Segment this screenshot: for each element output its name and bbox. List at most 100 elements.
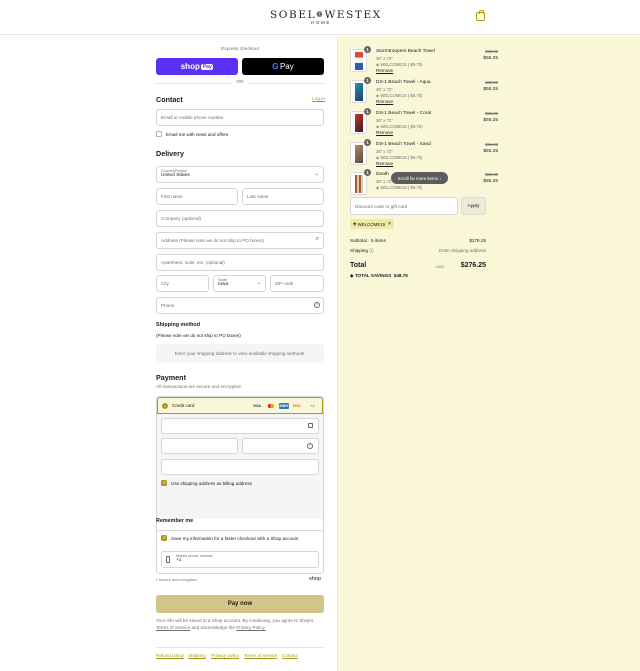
privacy-policy-footer-link[interactable]: Privacy policy bbox=[211, 653, 239, 658]
credit-card-radio[interactable] bbox=[162, 403, 168, 409]
item-price: $55.25 bbox=[483, 149, 498, 154]
product-thumbnail bbox=[350, 80, 367, 103]
shipping-value: Enter shipping address bbox=[439, 248, 486, 253]
item-discount: ◈ WELCOME15 (-$9.75) bbox=[376, 62, 423, 67]
city-field[interactable]: City bbox=[156, 275, 209, 292]
item-size: 36" x 72" bbox=[376, 87, 393, 92]
shipping-policy-link[interactable]: Shipping bbox=[188, 653, 206, 658]
item-price: $55.25 bbox=[483, 179, 498, 184]
help-icon[interactable]: ? bbox=[314, 302, 320, 308]
item-price: $55.25 bbox=[483, 56, 498, 61]
shopping-bag-icon[interactable] bbox=[476, 10, 485, 21]
login-link[interactable]: Log in bbox=[312, 97, 325, 102]
pay-now-button[interactable]: Pay now bbox=[156, 595, 324, 613]
card-number-field[interactable] bbox=[161, 418, 319, 434]
store-logo-subtitle: HOME bbox=[311, 20, 331, 25]
email-field[interactable]: Email or mobile phone number bbox=[156, 109, 324, 126]
item-price: $55.25 bbox=[483, 118, 498, 123]
item-original-price: $65.00 bbox=[485, 49, 498, 54]
lock-icon bbox=[308, 423, 313, 428]
item-name: DS-1 Beach Towel - Aqua bbox=[376, 80, 431, 85]
payment-subtitle: All transactions are secure and encrypte… bbox=[156, 384, 242, 389]
mobile-phone-field[interactable]: Mobile phone number +1 bbox=[161, 551, 319, 568]
item-name: DS-1 Beach Towel - Sand bbox=[376, 142, 431, 147]
remove-item-link[interactable]: Remove bbox=[376, 68, 393, 73]
amex-icon: AMEX bbox=[279, 403, 289, 409]
arrow-down-icon: ↓ bbox=[439, 175, 442, 181]
discount-code-field[interactable]: Discount code or gift card bbox=[350, 197, 458, 215]
privacy-policy-link[interactable]: Privacy Policy. bbox=[236, 625, 266, 630]
expiration-date-field[interactable] bbox=[161, 438, 238, 454]
cart-item: 1 Stormtroopers Beach Towel 36" x 72" ◈ … bbox=[350, 46, 498, 77]
search-icon: ⌕ bbox=[315, 236, 319, 242]
item-original-price: $65.00 bbox=[485, 172, 498, 177]
address-field[interactable]: Address (Please note we do not ship to P… bbox=[156, 232, 324, 249]
quantity-badge: 1 bbox=[364, 108, 371, 115]
item-original-price: $65.00 bbox=[485, 80, 498, 85]
phone-field[interactable]: Phone ? bbox=[156, 297, 324, 314]
remove-item-link[interactable]: Remove bbox=[376, 99, 393, 104]
company-field[interactable]: Company (optional) bbox=[156, 210, 324, 227]
or-divider-label: OR bbox=[232, 80, 248, 85]
google-pay-button[interactable]: G Pay bbox=[242, 58, 324, 75]
item-name: Stormtroopers Beach Towel bbox=[376, 49, 435, 54]
apartment-field[interactable]: Apartment, suite, etc. (optional) bbox=[156, 254, 324, 271]
quantity-badge: 1 bbox=[364, 139, 371, 146]
cart-item: 1 DS-1 Beach Towel - Sand 36" x 72" ◈ WE… bbox=[350, 139, 498, 170]
product-thumbnail bbox=[350, 172, 367, 195]
contact-heading: Contact bbox=[156, 95, 183, 104]
cart-item: 1 DS-1 Beach Towel - Aqua 36" x 72" ◈ WE… bbox=[350, 77, 498, 108]
item-discount: ◈ WELCOME15 (-$9.75) bbox=[376, 185, 423, 190]
applied-discount-tag: ◈ WELCOME15 ✕ bbox=[350, 219, 395, 229]
name-on-card-field[interactable] bbox=[161, 459, 319, 475]
remember-me-heading: Remember me bbox=[156, 518, 194, 524]
zip-field[interactable]: ZIP code bbox=[270, 275, 324, 292]
refund-policy-link[interactable]: Refund policy bbox=[156, 653, 184, 658]
subtotal-value: $276.25 bbox=[469, 238, 486, 243]
help-icon[interactable]: ? bbox=[307, 443, 313, 449]
scroll-for-more-button[interactable]: Scroll for more items ↓ bbox=[391, 172, 448, 184]
chevron-down-icon: ⌄ bbox=[256, 280, 261, 286]
phone-icon bbox=[166, 556, 170, 563]
country-select[interactable]: Country/Region United States ⌄ bbox=[156, 166, 324, 183]
help-icon[interactable]: ⓘ bbox=[369, 248, 374, 253]
product-thumbnail bbox=[350, 142, 367, 165]
cart-item: 1 DS-1 Beach Towel - Coral 36" x 72" ◈ W… bbox=[350, 108, 498, 139]
header: SOBEL❁WESTEX HOME bbox=[0, 0, 640, 35]
order-summary: 1 Stormtroopers Beach Towel 36" x 72" ◈ … bbox=[337, 36, 640, 671]
security-code-field[interactable]: ? bbox=[242, 438, 319, 454]
product-thumbnail bbox=[350, 111, 367, 134]
shop-pay-button[interactable]: shop Pay bbox=[156, 58, 238, 75]
more-cards-count: +4 bbox=[310, 403, 315, 408]
delivery-heading: Delivery bbox=[156, 149, 184, 158]
quantity-badge: 1 bbox=[364, 169, 371, 176]
last-name-field[interactable]: Last name bbox=[242, 188, 324, 205]
terms-of-service-link[interactable]: Terms of Service bbox=[156, 625, 190, 630]
remove-item-link[interactable]: Remove bbox=[376, 161, 393, 166]
product-thumbnail bbox=[350, 49, 367, 72]
shipping-label: Shipping ⓘ bbox=[350, 248, 374, 253]
credit-card-option[interactable]: Credit card VISA AMEX DISC +4 bbox=[157, 397, 323, 414]
first-name-field[interactable]: First name bbox=[156, 188, 238, 205]
save-info-checkbox[interactable] bbox=[161, 535, 167, 541]
news-checkbox[interactable] bbox=[156, 131, 162, 137]
save-info-label: Save my information for a faster checkou… bbox=[171, 536, 299, 541]
item-size: 36" x 72" bbox=[376, 149, 393, 154]
terms-of-service-footer-link[interactable]: Terms of service bbox=[244, 653, 277, 658]
shipping-methods-placeholder: Enter your shipping address to view avai… bbox=[156, 344, 324, 363]
express-checkout-label: Express checkout bbox=[221, 47, 259, 52]
item-original-price: $65.00 bbox=[485, 142, 498, 147]
close-icon[interactable]: ✕ bbox=[388, 221, 392, 227]
state-select[interactable]: State Iowa ⌄ bbox=[213, 275, 266, 292]
apply-button[interactable]: Apply bbox=[461, 197, 486, 215]
currency-code: USD bbox=[436, 264, 445, 269]
credit-card-form: ? Use shipping address as billing addres… bbox=[157, 414, 323, 519]
footer-divider bbox=[156, 647, 324, 648]
discover-icon: DISC bbox=[293, 404, 301, 408]
contact-link[interactable]: Contact bbox=[282, 653, 298, 658]
item-discount: ◈ WELCOME15 (-$9.75) bbox=[376, 93, 423, 98]
remove-item-link[interactable]: Remove bbox=[376, 130, 393, 135]
billing-address-checkbox[interactable] bbox=[161, 480, 167, 486]
news-checkbox-label: Email me with news and offers bbox=[166, 132, 229, 137]
item-original-price: $65.00 bbox=[485, 111, 498, 116]
